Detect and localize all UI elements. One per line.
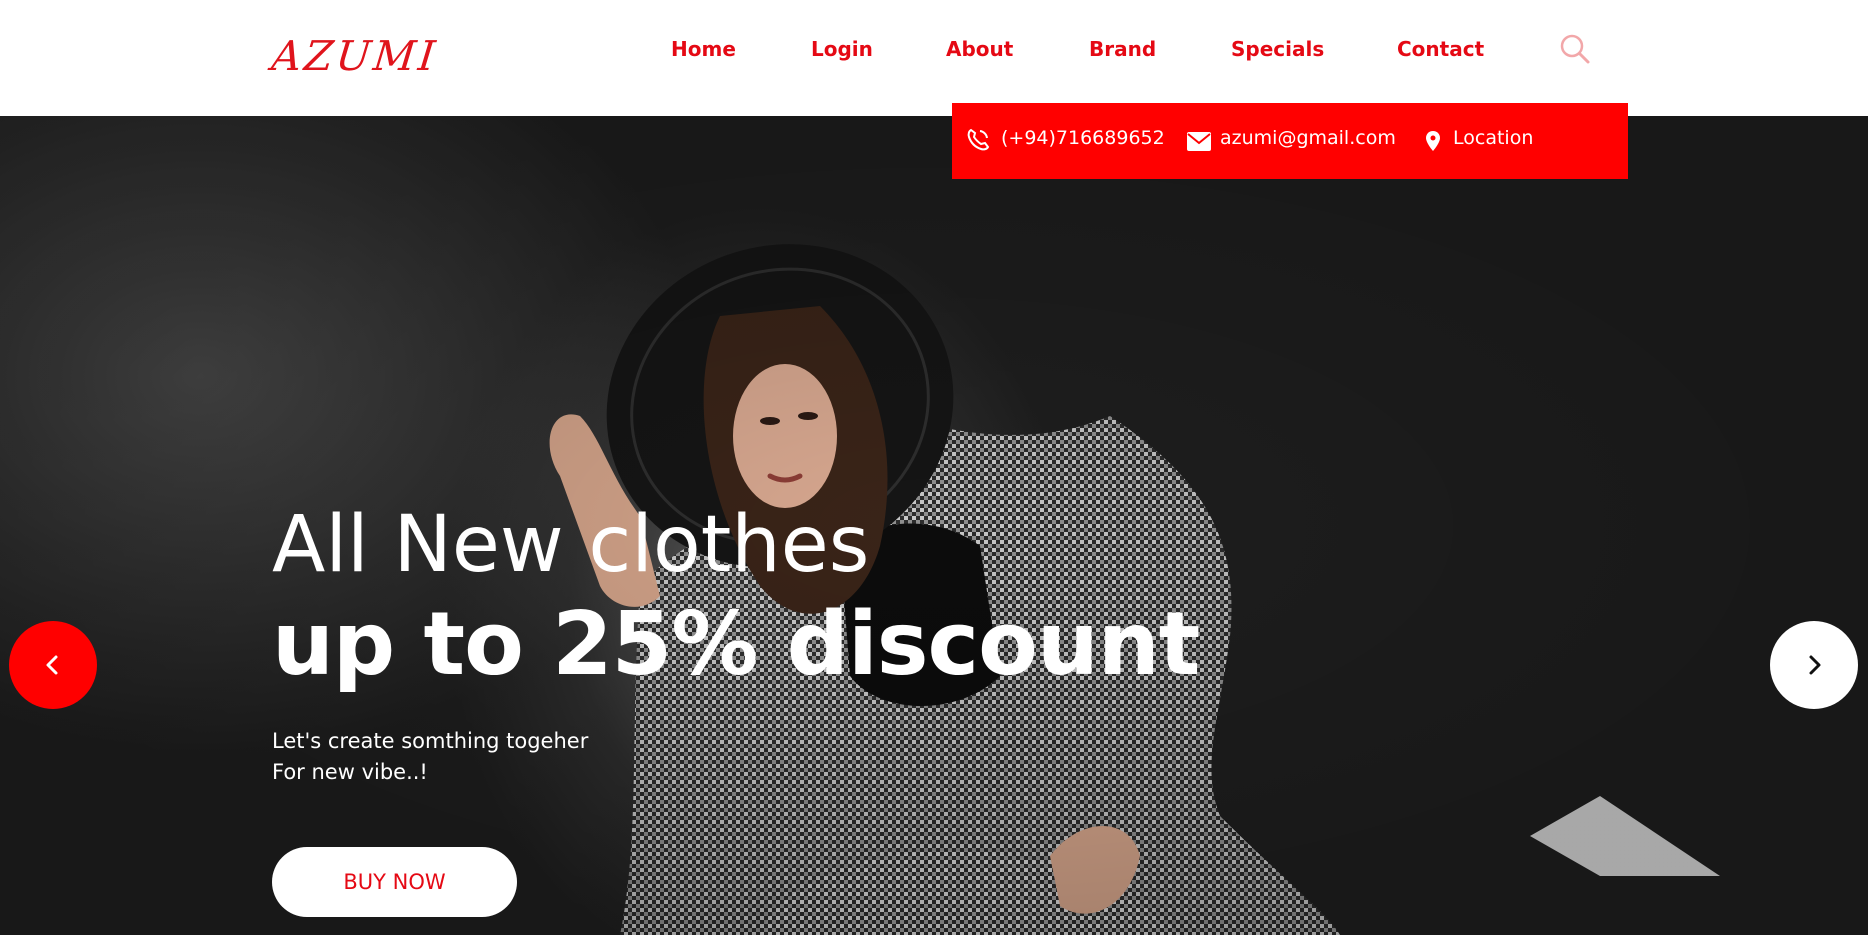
- hero-subtext: Let's create somthing togeher For new vi…: [272, 726, 588, 788]
- nav-item-contact[interactable]: Contact: [1397, 37, 1484, 61]
- nav-item-brand[interactable]: Brand: [1089, 37, 1156, 61]
- mail-icon: [1187, 132, 1211, 151]
- carousel-prev-button[interactable]: [9, 621, 97, 709]
- contact-location[interactable]: Location: [1453, 127, 1533, 149]
- carousel-next-button[interactable]: [1770, 621, 1858, 709]
- hero-subtext-line2: For new vibe..!: [272, 760, 428, 784]
- location-pin-icon: [1426, 131, 1440, 151]
- nav-item-login[interactable]: Login: [811, 37, 873, 61]
- contact-phone[interactable]: (+94)716689652: [1001, 127, 1165, 149]
- chevron-left-icon: [46, 655, 58, 675]
- contact-email[interactable]: azumi@gmail.com: [1220, 127, 1396, 149]
- search-button[interactable]: [1558, 32, 1592, 66]
- phone-icon: [967, 128, 990, 151]
- nav-item-home[interactable]: Home: [671, 37, 736, 61]
- chevron-right-icon: [1809, 655, 1821, 675]
- nav-item-specials[interactable]: Specials: [1231, 37, 1324, 61]
- site-header: AZUMI Home Login About Brand Specials Co…: [0, 0, 1868, 116]
- brand-logo[interactable]: AZUMI: [269, 32, 440, 80]
- search-icon: [1560, 34, 1590, 64]
- contact-info-bar: (+94)716689652 azumi@gmail.com Location: [952, 103, 1628, 179]
- buy-now-button[interactable]: BUY NOW: [272, 847, 517, 917]
- nav-item-about[interactable]: About: [946, 37, 1013, 61]
- hero-discount-headline: up to 25% discount: [272, 593, 1200, 695]
- hero-subtext-line1: Let's create somthing togeher: [272, 729, 589, 753]
- hero-headline: All New clothes: [272, 500, 870, 590]
